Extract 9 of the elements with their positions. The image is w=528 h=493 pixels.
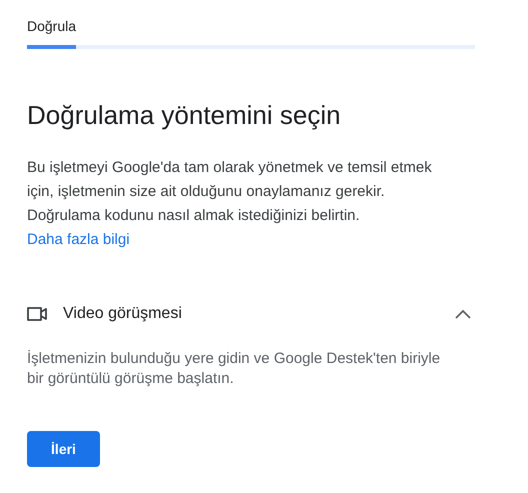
next-button[interactable]: İleri: [27, 431, 100, 467]
learn-more-link[interactable]: Daha fazla bilgi: [27, 228, 130, 252]
step-label: Doğrula: [27, 18, 78, 36]
method-description: İşletmenizin bulunduğu yere gidin ve Google Destek'ten biriyle bir görüntülü görüşme başlatın.: [27, 349, 442, 389]
page-heading: Doğrulama yöntemini seçin: [27, 99, 342, 132]
intro-text: Bu işletmeyi Google'da tam olarak yönetmek ve temsil etmek için, işletmenin size ait olduğunu onaylamanız gerekir. Doğrulama kodunu nasıl almak istediğinizi belirtin.: [27, 158, 433, 226]
video-camera-icon: [27, 307, 47, 321]
chevron-up-icon: [455, 309, 471, 319]
method-title: Video görüşmesi: [63, 305, 183, 323]
